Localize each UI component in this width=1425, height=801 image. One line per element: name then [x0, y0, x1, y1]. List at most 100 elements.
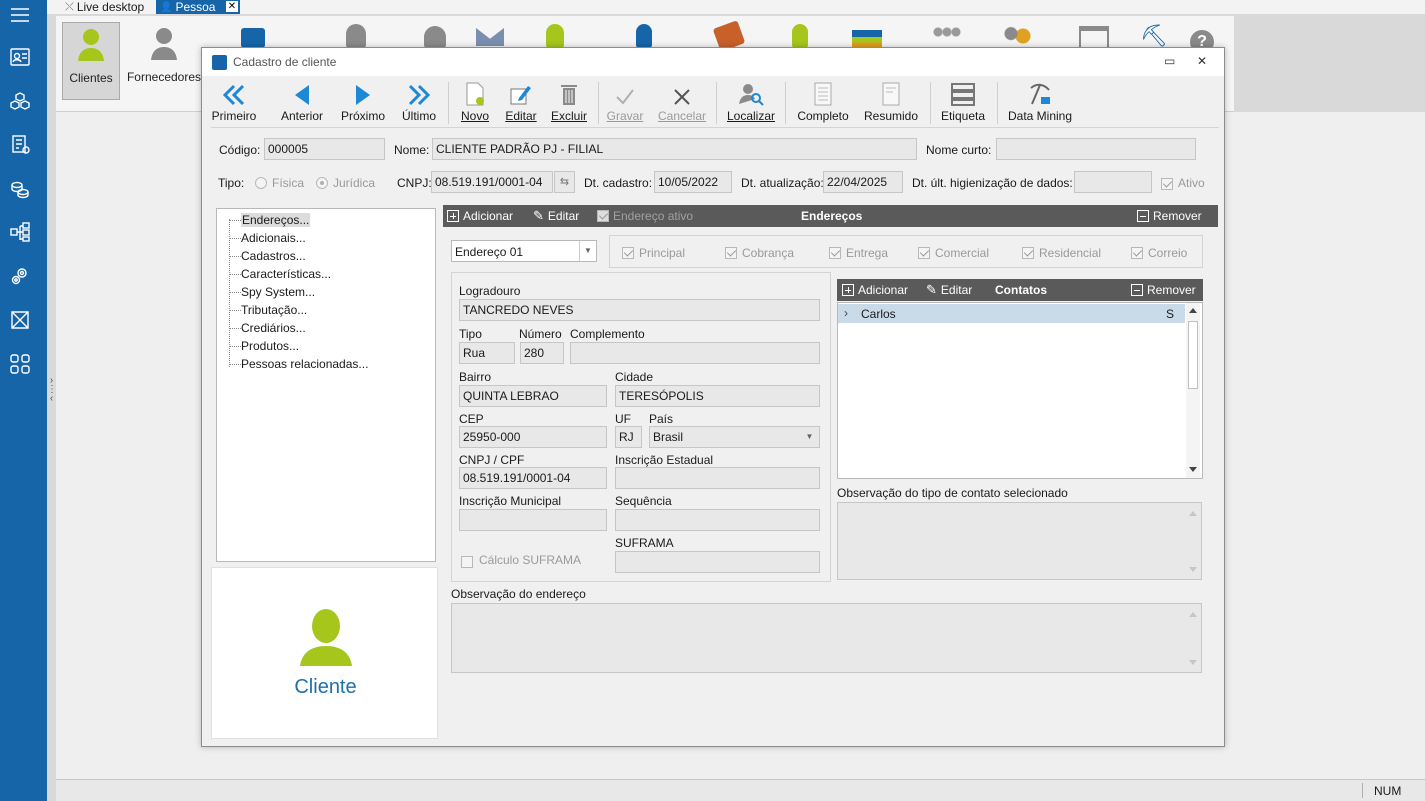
localizar-button[interactable]: Localizar [725, 80, 777, 126]
contatos-editar-button[interactable]: ✎ Editar [926, 282, 972, 298]
flag-principal-checkbox[interactable] [622, 245, 634, 259]
team-award-icon[interactable] [1002, 24, 1032, 48]
scroll-thumb[interactable] [1188, 321, 1198, 389]
completo-button[interactable]: Completo [795, 80, 851, 126]
settings-gears-icon[interactable] [7, 263, 33, 289]
scroll-up-icon[interactable] [1189, 511, 1197, 516]
scroll-down-icon[interactable] [1189, 567, 1197, 572]
anterior-button[interactable]: Anterior [277, 80, 327, 126]
dt-atualizacao-field[interactable]: 22/04/2025 [823, 171, 903, 193]
flag-cobranca-checkbox[interactable] [725, 245, 737, 259]
tree-item-caracteristicas[interactable]: Características... [241, 267, 331, 281]
person-blue-icon[interactable] [636, 24, 652, 48]
apps-grid-icon[interactable] [7, 351, 33, 377]
tree-item-produtos[interactable]: Produtos... [241, 339, 299, 353]
endereco-ativo-checkbox[interactable]: Endereço ativo [597, 209, 693, 223]
cubes-icon[interactable] [7, 89, 33, 115]
ribbon-fornecedores-button[interactable]: Fornecedores [126, 22, 202, 100]
contatos-remover-button[interactable]: Remover [1131, 283, 1196, 297]
sequencia-field[interactable] [615, 509, 820, 531]
cnpj-lookup-button[interactable]: ⇆ [554, 171, 575, 193]
tree-item-spy-system[interactable]: Spy System... [241, 285, 315, 299]
tree-item-pessoas-relacionadas[interactable]: Pessoas relacionadas... [241, 357, 368, 371]
ativo-checkbox[interactable] [1161, 176, 1173, 190]
enderecos-remover-button[interactable]: Remover [1137, 209, 1202, 223]
tab-live-desktop[interactable]: ⤬ Live desktop [61, 0, 148, 14]
scroll-down-icon[interactable] [1189, 660, 1197, 665]
window-close-button[interactable]: ✕ [1197, 54, 1207, 68]
person-search-icon[interactable] [346, 24, 366, 48]
truck-icon[interactable] [241, 28, 265, 48]
hamburger-menu-icon[interactable] [7, 2, 33, 28]
tree-item-cadastros[interactable]: Cadastros... [241, 249, 306, 263]
scroll-up-icon[interactable] [1189, 612, 1197, 617]
gravar-button[interactable]: Gravar [605, 80, 645, 126]
window-titlebar[interactable]: Cadastro de cliente ▭ ✕ [202, 48, 1224, 76]
tipo-logradouro-field[interactable]: Rua [459, 342, 515, 364]
bairro-field[interactable]: QUINTA LEBRAO [459, 385, 607, 407]
scroll-up-icon[interactable] [1189, 308, 1197, 313]
uf-field[interactable]: RJ [615, 426, 642, 448]
workflow-icon[interactable] [7, 219, 33, 245]
tree-item-crediarios[interactable]: Crediários... [241, 321, 306, 335]
nome-field[interactable]: CLIENTE PADRÃO PJ - FILIAL [432, 138, 917, 160]
logradouro-field[interactable]: TANCREDO NEVES [459, 299, 820, 321]
person-green-icon[interactable] [546, 24, 564, 48]
cnpj-cpf-field[interactable]: 08.519.191/0001-04 [459, 467, 607, 489]
cep-field[interactable]: 25950-000 [459, 426, 607, 448]
chevron-down-icon[interactable]: ▼ [801, 427, 818, 447]
ribbon-clientes-button[interactable]: Clientes [62, 22, 120, 100]
contatos-adicionar-button[interactable]: Adicionar [842, 283, 908, 297]
tree-item-tributacao[interactable]: Tributação... [241, 303, 307, 317]
juridica-radio[interactable] [316, 175, 328, 189]
sidebar-collapse-handle[interactable]: › ⋮ ‹ [47, 376, 57, 416]
person-lime-icon[interactable] [792, 24, 808, 48]
contato-row[interactable]: › Carlos S [838, 304, 1185, 323]
flag-comercial-checkbox[interactable] [918, 245, 930, 259]
logo-x-icon[interactable] [7, 307, 33, 333]
nome-curto-field[interactable] [996, 138, 1196, 160]
people-icon[interactable] [424, 26, 446, 48]
primeiro-button[interactable]: Primeiro [211, 80, 257, 126]
handshake-icon[interactable] [476, 28, 504, 46]
inscricao-municipal-field[interactable] [459, 509, 607, 531]
endereco-select[interactable]: Endereço 01 ▼ [451, 240, 597, 262]
novo-button[interactable]: Novo [457, 80, 493, 126]
minimize-button[interactable]: ▭ [1164, 54, 1175, 68]
cidade-field[interactable]: TERESÓPOLIS [615, 385, 820, 407]
flag-residencial-checkbox[interactable] [1022, 245, 1034, 259]
suframa-checkbox[interactable] [461, 554, 473, 568]
tab-close-button[interactable]: ✕ [225, 0, 239, 13]
contatos-scrollbar[interactable] [1186, 303, 1200, 478]
fisica-radio[interactable] [255, 175, 267, 189]
cnpj-field[interactable]: 08.519.191/0001-04 [431, 171, 553, 193]
proximo-button[interactable]: Próximo [339, 80, 387, 126]
contacts-icon[interactable] [7, 44, 33, 70]
dt-higienizacao-field[interactable] [1074, 171, 1152, 193]
tree-item-enderecos[interactable]: Endereços... [241, 213, 311, 227]
group-icon[interactable] [932, 26, 962, 46]
etiqueta-button[interactable]: Etiqueta [937, 80, 989, 126]
row-expand-icon[interactable]: › [844, 306, 848, 320]
dt-cadastro-field[interactable]: 10/05/2022 [654, 171, 732, 193]
coins-icon[interactable] [7, 176, 33, 202]
obs-contato-field[interactable] [837, 502, 1202, 580]
enderecos-adicionar-button[interactable]: Adicionar [447, 209, 513, 223]
obs-endereco-field[interactable] [451, 603, 1202, 673]
enderecos-editar-button[interactable]: ✎ Editar [533, 208, 579, 224]
pais-select[interactable]: Brasil ▼ [649, 426, 820, 448]
inscricao-estadual-field[interactable] [615, 467, 820, 489]
numero-field[interactable]: 280 [520, 342, 564, 364]
documents-money-icon[interactable] [7, 132, 33, 158]
tree-item-adicionais[interactable]: Adicionais... [241, 231, 306, 245]
ultimo-button[interactable]: Último [399, 80, 439, 126]
complemento-field[interactable] [570, 342, 820, 364]
scroll-down-icon[interactable] [1189, 467, 1197, 472]
chevron-down-icon[interactable]: ▼ [579, 241, 596, 261]
cancelar-button[interactable]: Cancelar [657, 80, 707, 126]
editar-button[interactable]: Editar [503, 80, 539, 126]
flag-correio-checkbox[interactable] [1131, 245, 1143, 259]
flag-entrega-checkbox[interactable] [829, 245, 841, 259]
resumido-button[interactable]: Resumido [863, 80, 919, 126]
cards-icon[interactable] [852, 30, 882, 48]
